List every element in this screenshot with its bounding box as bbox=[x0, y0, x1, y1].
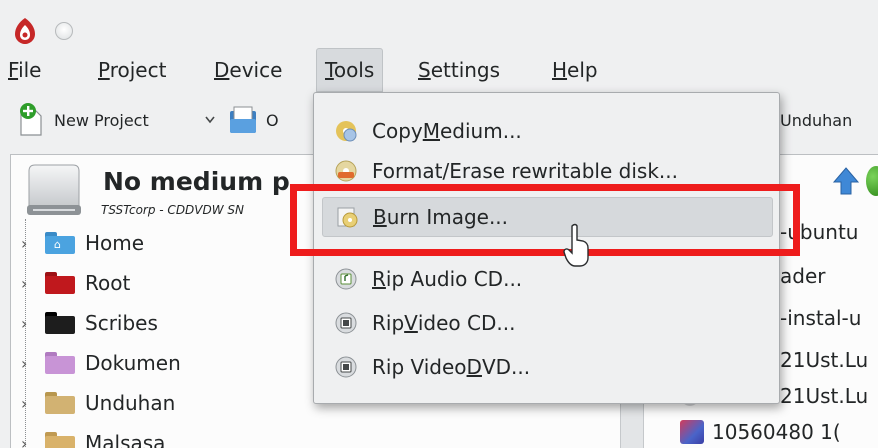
open-project-button[interactable]: O bbox=[228, 96, 279, 144]
format-disk-icon bbox=[335, 160, 357, 182]
menu-device[interactable]: Device bbox=[214, 48, 282, 92]
menu-settings-mnemonic: S bbox=[418, 58, 431, 82]
menu-tools-mnemonic: T bbox=[325, 58, 334, 82]
menu-item-label-post: ideo CD... bbox=[417, 311, 516, 335]
expand-arrow-icon[interactable]: › bbox=[21, 354, 41, 373]
menu-item-label-post: VD... bbox=[481, 355, 531, 379]
tree-item-label: Scribes bbox=[85, 311, 158, 335]
new-project-label: New Project bbox=[54, 110, 149, 130]
menu-item-label-pre: Format/Erase rewritable disk... bbox=[372, 159, 678, 183]
rip-video-dvd-icon bbox=[335, 356, 357, 378]
tree-item-home[interactable]: › ⌂ Home bbox=[21, 223, 144, 263]
title-bar bbox=[0, 0, 878, 46]
menu-help-label: elp bbox=[567, 58, 598, 82]
k3b-app-icon[interactable] bbox=[10, 16, 40, 46]
open-project-label: O bbox=[266, 110, 279, 130]
menu-settings[interactable]: Settings bbox=[418, 48, 500, 92]
menu-device-label: evice bbox=[229, 58, 283, 82]
unduhan-toolbar-label: Unduhan bbox=[780, 110, 853, 130]
rip-audio-icon bbox=[335, 268, 357, 290]
open-folder-icon bbox=[230, 106, 256, 133]
rip-audio-cd-menu-item[interactable]: Rip Audio CD... bbox=[322, 259, 773, 299]
mouse-cursor-icon bbox=[563, 223, 589, 267]
chevron-down-icon[interactable] bbox=[203, 112, 217, 126]
file-item[interactable]: ader bbox=[780, 256, 825, 296]
expand-arrow-icon[interactable]: › bbox=[21, 394, 41, 413]
file-item[interactable]: 10560480 1( bbox=[712, 412, 841, 448]
tree-item-label: Home bbox=[85, 231, 145, 255]
documents-folder-icon bbox=[45, 352, 75, 374]
file-item[interactable]: 21Ust.Lu bbox=[780, 340, 868, 380]
menu-file-label: ile bbox=[18, 58, 42, 82]
highlight-box bbox=[290, 184, 800, 256]
new-project-button[interactable]: New Project bbox=[16, 96, 149, 144]
menu-tools-label: ools bbox=[333, 58, 375, 82]
menu-help[interactable]: Help bbox=[552, 48, 598, 92]
file-item[interactable]: -instal-u bbox=[780, 298, 861, 338]
downloads-folder-icon bbox=[45, 392, 75, 414]
image-file-icon bbox=[680, 420, 704, 444]
copy-medium-menu-item[interactable]: Copy Medium... bbox=[322, 111, 773, 151]
drive-name: TSSTcorp - CDDVDW SN bbox=[101, 203, 245, 217]
rip-video-cd-menu-item[interactable]: Rip Video CD... bbox=[322, 303, 773, 343]
menu-item-label-pre: Copy bbox=[372, 119, 423, 143]
unduhan-toolbar-button[interactable]: Unduhan bbox=[780, 96, 852, 144]
menu-file-mnemonic: F bbox=[8, 58, 19, 82]
tree-item-label: Dokumen bbox=[85, 351, 181, 375]
menu-settings-label: ettings bbox=[430, 58, 501, 82]
copy-medium-icon bbox=[336, 121, 357, 142]
rip-video-dvd-menu-item[interactable]: Rip Video D VD... bbox=[322, 347, 773, 387]
file-item[interactable]: 21Ust.Lu bbox=[780, 376, 868, 416]
home-folder-icon: ⌂ bbox=[45, 232, 75, 254]
expand-arrow-icon[interactable]: › bbox=[21, 314, 41, 333]
expand-arrow-icon[interactable]: › bbox=[21, 274, 41, 293]
menu-item-label-post: edium... bbox=[440, 119, 522, 143]
tree-item-label: Malsasa bbox=[85, 431, 166, 448]
menu-bar: File Project Device Tools Settings Help bbox=[0, 48, 878, 92]
window-menu-button[interactable] bbox=[55, 22, 73, 40]
tree-item-scribes[interactable]: › Scribes bbox=[21, 303, 158, 343]
new-project-icon bbox=[20, 103, 42, 136]
menu-tools[interactable]: Tools bbox=[316, 48, 384, 92]
tree-item-label: Root bbox=[85, 271, 131, 295]
menu-project[interactable]: Project bbox=[98, 48, 166, 92]
optical-drive-icon bbox=[27, 164, 81, 215]
menu-item-label-pre: Rip bbox=[372, 311, 405, 335]
menu-item-mnemonic: M bbox=[422, 119, 440, 143]
tree-item-label: Unduhan bbox=[85, 391, 176, 415]
arrow-up-icon[interactable] bbox=[832, 166, 860, 196]
menu-device-mnemonic: D bbox=[214, 58, 230, 82]
menu-item-label-pre: Rip Video bbox=[372, 355, 467, 379]
root-folder-icon bbox=[45, 272, 75, 294]
expand-arrow-icon[interactable]: › bbox=[21, 434, 41, 448]
black-folder-icon bbox=[45, 312, 75, 334]
menu-item-mnemonic: R bbox=[372, 267, 386, 291]
tree-item-root[interactable]: › Root bbox=[21, 263, 130, 303]
tree-item-unduhan[interactable]: › Unduhan bbox=[21, 383, 175, 423]
rip-video-cd-icon bbox=[335, 312, 357, 334]
menu-item-mnemonic: V bbox=[404, 311, 418, 335]
menu-help-mnemonic: H bbox=[552, 58, 568, 82]
menu-item-mnemonic: D bbox=[466, 355, 482, 379]
medium-title: No medium p bbox=[103, 167, 290, 196]
menu-project-label: roject bbox=[109, 58, 167, 82]
tree-item-dokumen[interactable]: › Dokumen bbox=[21, 343, 181, 383]
menu-item-label-post: ip Audio CD... bbox=[385, 267, 523, 291]
menu-file[interactable]: File bbox=[8, 48, 41, 92]
menu-project-mnemonic: P bbox=[98, 58, 110, 82]
tree-item-malsasa[interactable]: › Malsasa bbox=[21, 423, 165, 448]
user-folder-icon bbox=[45, 432, 75, 448]
expand-arrow-icon[interactable]: › bbox=[21, 234, 41, 253]
